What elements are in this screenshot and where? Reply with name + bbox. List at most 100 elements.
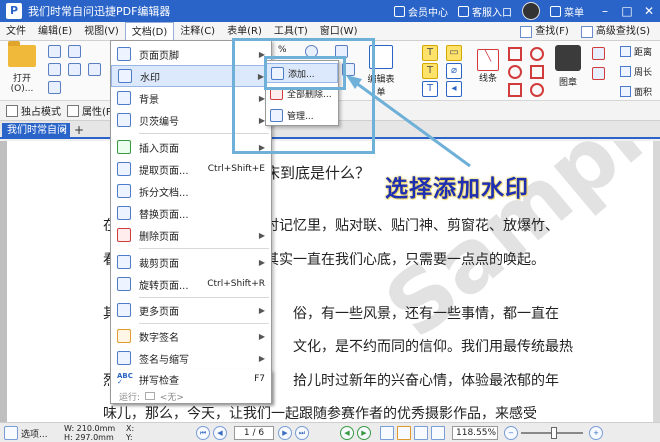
redo-icon[interactable] [68,63,81,76]
perimeter-icon [619,66,631,77]
stamp-tool[interactable]: 图章 [552,45,584,88]
background-icon [117,91,131,105]
status-bar: 选项... W: 210.0mm H: 297.0mm X: Y: ⏮ ◀ 1 … [0,422,660,442]
menu-item-digital-signature[interactable]: 数字签名 ▶ [111,325,271,347]
open-button[interactable]: 打开(O)... [4,41,40,94]
menu-item-extract-page[interactable]: 提取页面... Ctrl+Shift+E [111,158,271,180]
area-tool[interactable]: 面积 [619,85,652,98]
new-tab-button[interactable]: + [73,123,85,137]
zoom-select[interactable]: 118.55% [452,426,498,440]
callout-text: 选择添加水印 [385,176,529,202]
area-icon [619,86,631,97]
menu-view[interactable]: 视图(V) [78,22,125,41]
next-page-icon[interactable]: ▶ [278,426,292,440]
line-tool[interactable]: ╲ 线条 [472,49,504,84]
zoom-out-icon[interactable]: − [504,426,518,440]
previous-page-icon[interactable]: ◀ [213,426,227,440]
submenu-arrow-icon: ▶ [258,331,265,341]
rectangle-icon[interactable] [508,47,522,61]
member-center-button[interactable]: 会员中心 [394,4,448,19]
page-navigation: ⏮ ◀ 1 / 6 ▶ ⏭ [196,423,312,442]
support-button[interactable]: 客服入口 [458,4,512,19]
print-icon[interactable] [48,63,61,76]
continuous-facing-icon[interactable] [431,426,445,440]
forward-icon[interactable]: ▶ [357,426,371,440]
extract-page-icon [117,162,131,176]
polyline-icon[interactable] [530,65,544,79]
back-icon[interactable]: ◀ [340,426,354,440]
cloud-icon[interactable] [530,47,544,61]
insert-page-icon [117,140,131,154]
perimeter-tool[interactable]: 周长 [619,65,652,78]
sticky-note-icon[interactable]: ▭ [446,45,462,61]
text-box-icon[interactable]: T [422,45,438,61]
single-page-icon[interactable] [380,426,394,440]
menu-item-replace-page[interactable]: 替换页面... [111,202,271,224]
continuous-page-icon[interactable] [397,426,411,440]
facing-page-icon[interactable] [414,426,428,440]
sound-icon[interactable]: ◂ [446,81,462,97]
body-line: 其实一直在我们心底，只需要一点点的唤起。 [265,252,545,268]
attachment-icon[interactable]: ⌀ [446,63,462,79]
menu-item-rotate-page[interactable]: 旋转页面... Ctrl+Shift+R [111,273,271,295]
close-button[interactable]: ✕ [638,4,660,18]
menu-item-split[interactable]: 拆分文档... [111,180,271,202]
split-document-icon [117,184,131,198]
menu-comment[interactable]: 注释(C) [174,22,221,41]
member-icon [394,5,405,17]
polygon-icon[interactable] [508,83,522,97]
find-icon [520,25,533,38]
avatar[interactable] [522,2,540,20]
menu-edit[interactable]: 编辑(E) [32,22,78,41]
menu-item-crop-page[interactable]: 裁剪页面 ▶ [111,251,271,273]
vertical-scrollbar[interactable] [653,141,660,422]
menu-item-spell-check[interactable]: ABC ✓ 拼写检查 F7 [111,368,271,390]
close-tab-icon[interactable]: × [59,123,67,139]
typewriter-icon[interactable]: T [422,63,438,79]
more-pages-icon [117,303,131,317]
options-button[interactable]: 选项... [4,423,48,442]
zoom-slider-knob[interactable] [551,427,557,439]
main-menu-button[interactable]: 菜单 [550,4,584,19]
text-callout-icon[interactable]: T [422,81,438,97]
submenu-arrow-icon: ▶ [258,353,265,363]
menu-separator [139,297,269,298]
ellipse-icon[interactable] [508,65,522,79]
distance-tool[interactable]: 距离 [619,45,652,58]
first-page-icon[interactable]: ⏮ [196,426,210,440]
zoom-controls: 118.55% − + [452,423,606,442]
submenu-arrow-icon: ▶ [258,305,265,315]
history-navigation: ◀ ▶ [340,423,374,442]
menu-item-more-pages[interactable]: 更多页面 ▶ [111,299,271,321]
tab-document[interactable]: 我们时常自问 × [2,123,70,139]
undo-icon[interactable] [68,45,81,58]
menu-document[interactable]: 文档(D) [124,21,175,41]
exclusive-mode-button[interactable]: 独占模式 [6,103,61,118]
menu-item-delete-page[interactable]: 删除页面 ▶ [111,224,271,246]
left-panel-edge [0,141,7,422]
email-icon[interactable] [48,81,61,94]
zoom-slider[interactable] [521,427,583,439]
zoom-in-status-icon[interactable]: + [589,426,603,440]
pencil-icon[interactable] [530,83,544,97]
window-title: 我们时常自问迅捷PDF编辑器 [28,5,171,18]
last-page-icon[interactable]: ⏭ [295,426,309,440]
page-number-input[interactable]: 1 / 6 [234,426,274,440]
eraser-icon[interactable] [592,47,605,60]
menu-item-sign-initials[interactable]: 签名与缩写 ▶ [111,347,271,369]
highlight-icon[interactable] [592,67,605,80]
app-logo-icon: P [6,3,22,19]
text-tools: T T T [422,45,438,97]
view-modes [380,423,448,442]
digital-signature-icon [117,329,131,343]
maximize-button[interactable]: □ [616,4,638,18]
minimize-button[interactable]: – [594,4,616,18]
advanced-find-button[interactable]: 高级查找(S) [575,22,656,41]
menu-file[interactable]: 文件 [0,22,32,41]
find-button[interactable]: 查找(F) [514,22,575,41]
pdf-page[interactable]: Sample 床到底是什么？ 在 时记忆里，贴对联、贴门神、剪窗花、放爆竹、 看… [7,141,653,422]
hand-tool-icon[interactable] [88,63,101,76]
distance-icon [619,46,631,57]
save-icon[interactable] [48,45,61,58]
page-heading: 床到底是什么？ [265,164,371,182]
